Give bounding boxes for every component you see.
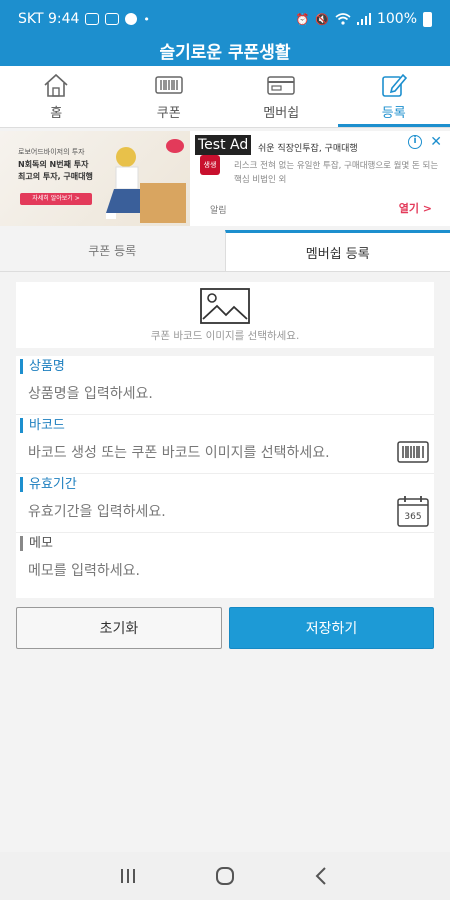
signal-icon — [356, 13, 371, 25]
app-title-bar: 슬기로운 쿠폰생활 — [0, 38, 450, 66]
memo-label: 메모 — [20, 536, 53, 551]
dnd-icon — [125, 13, 138, 25]
wifi-icon — [335, 13, 351, 25]
photo-notification-icon — [105, 13, 120, 25]
tab-home-label: 홈 — [50, 106, 63, 121]
card-icon — [267, 76, 295, 95]
ad-image-button[interactable]: 자세히 알아보기 > — [20, 193, 92, 205]
barcode-input[interactable] — [28, 441, 400, 465]
ad-content[interactable]: Test Ad 생생 쉬운 직장인투잡, 구매대행 리스크 전혀 없는 유일한 … — [190, 131, 450, 226]
save-button[interactable]: 저장하기 — [229, 607, 434, 649]
ad-close-icon[interactable]: ✕ — [430, 134, 442, 150]
tab-membership-label: 멤버쉽 — [263, 106, 300, 121]
memo-input[interactable] — [28, 559, 400, 583]
battery-icon — [423, 11, 432, 27]
barcode-label: 바코드 — [20, 418, 65, 433]
main-tab-bar: 홈 쿠폰 멤버쉽 등록 — [0, 66, 450, 128]
app-title: 슬기로운 쿠폰생활 — [159, 43, 291, 63]
home-icon — [44, 73, 68, 97]
mute-icon: 🔇 — [315, 12, 329, 26]
alarm-icon: ⏰ — [295, 12, 310, 26]
product-name-row: 상품명 — [16, 356, 434, 415]
ad-image-text-3: 최고의 투자, 구매대행 — [18, 172, 93, 181]
barcode-icon — [155, 76, 183, 94]
calendar-icon[interactable]: 365 — [396, 494, 430, 528]
edit-icon — [381, 73, 407, 97]
tab-register[interactable]: 등록 — [337, 66, 450, 127]
registration-form: 상품명 바코드 유효기간 365 메모 — [16, 356, 434, 598]
ad-badge-icon — [166, 139, 184, 153]
ad-logo: 생생 — [200, 155, 220, 175]
barcode-image-picker[interactable]: 쿠폰 바코드 이미지를 선택하세요. — [16, 282, 434, 348]
tab-membership-register[interactable]: 멤버쉽 등록 — [224, 230, 450, 272]
ad-banner[interactable]: 로보어드바이저의 투자 N회독의 N번째 투자 최고의 투자, 구매대행 자세히… — [0, 131, 450, 226]
home-button-icon[interactable] — [214, 865, 236, 887]
more-notifications-icon: • — [143, 12, 150, 26]
recent-apps-icon[interactable] — [117, 865, 139, 887]
ad-image-text-1: 로보어드바이저의 투자 — [18, 148, 85, 156]
system-nav-bar — [0, 852, 450, 900]
calendar-icon-text: 365 — [404, 512, 421, 522]
battery-percent: 100% — [376, 11, 417, 27]
ad-box-illustration — [140, 183, 186, 223]
barcode-row: 바코드 — [16, 415, 434, 474]
expiry-input[interactable] — [28, 500, 400, 524]
image-icon — [200, 287, 250, 324]
image-picker-hint: 쿠폰 바코드 이미지를 선택하세요. — [150, 329, 300, 342]
ad-sponsor: 알림 — [210, 206, 227, 216]
notification-icon — [85, 13, 100, 25]
ad-image-text-2: N회독의 N번째 투자 — [18, 160, 89, 169]
tab-coupon-register[interactable]: 쿠폰 등록 — [0, 230, 225, 272]
tab-register-label: 등록 — [381, 106, 406, 121]
expiry-label: 유효기간 — [20, 477, 77, 492]
ad-description: 리스크 전혀 없는 유일한 투잡, 구매대행으로 월몇 돈 되는 핵심 비법인 … — [234, 161, 439, 185]
ad-image[interactable]: 로보어드바이저의 투자 N회독의 N번째 투자 최고의 투자, 구매대행 자세히… — [0, 131, 190, 226]
tab-home[interactable]: 홈 — [0, 66, 113, 127]
product-name-input[interactable] — [28, 382, 400, 406]
status-time: SKT 9:44 — [18, 11, 80, 27]
ad-info-icon[interactable]: i — [408, 135, 422, 149]
memo-row: 메모 — [16, 533, 434, 592]
reset-button[interactable]: 초기화 — [16, 607, 222, 649]
ad-headline[interactable]: 쉬운 직장인투잡, 구매대행 — [258, 141, 358, 154]
register-sub-tabs: 쿠폰 등록 멤버쉽 등록 — [0, 230, 450, 272]
ad-open-button[interactable]: 열기 > — [399, 200, 432, 216]
status-bar: SKT 9:44 • ⏰ 🔇 100% — [0, 0, 450, 38]
tab-coupon[interactable]: 쿠폰 — [113, 66, 226, 127]
tab-coupon-label: 쿠폰 — [156, 106, 181, 121]
expiry-row: 유효기간 365 — [16, 474, 434, 533]
product-name-label: 상품명 — [20, 359, 65, 374]
back-icon[interactable] — [311, 865, 333, 887]
test-ad-badge: Test Ad — [195, 135, 252, 155]
tab-membership[interactable]: 멤버쉽 — [225, 66, 338, 127]
barcode-generate-icon[interactable] — [396, 435, 430, 469]
